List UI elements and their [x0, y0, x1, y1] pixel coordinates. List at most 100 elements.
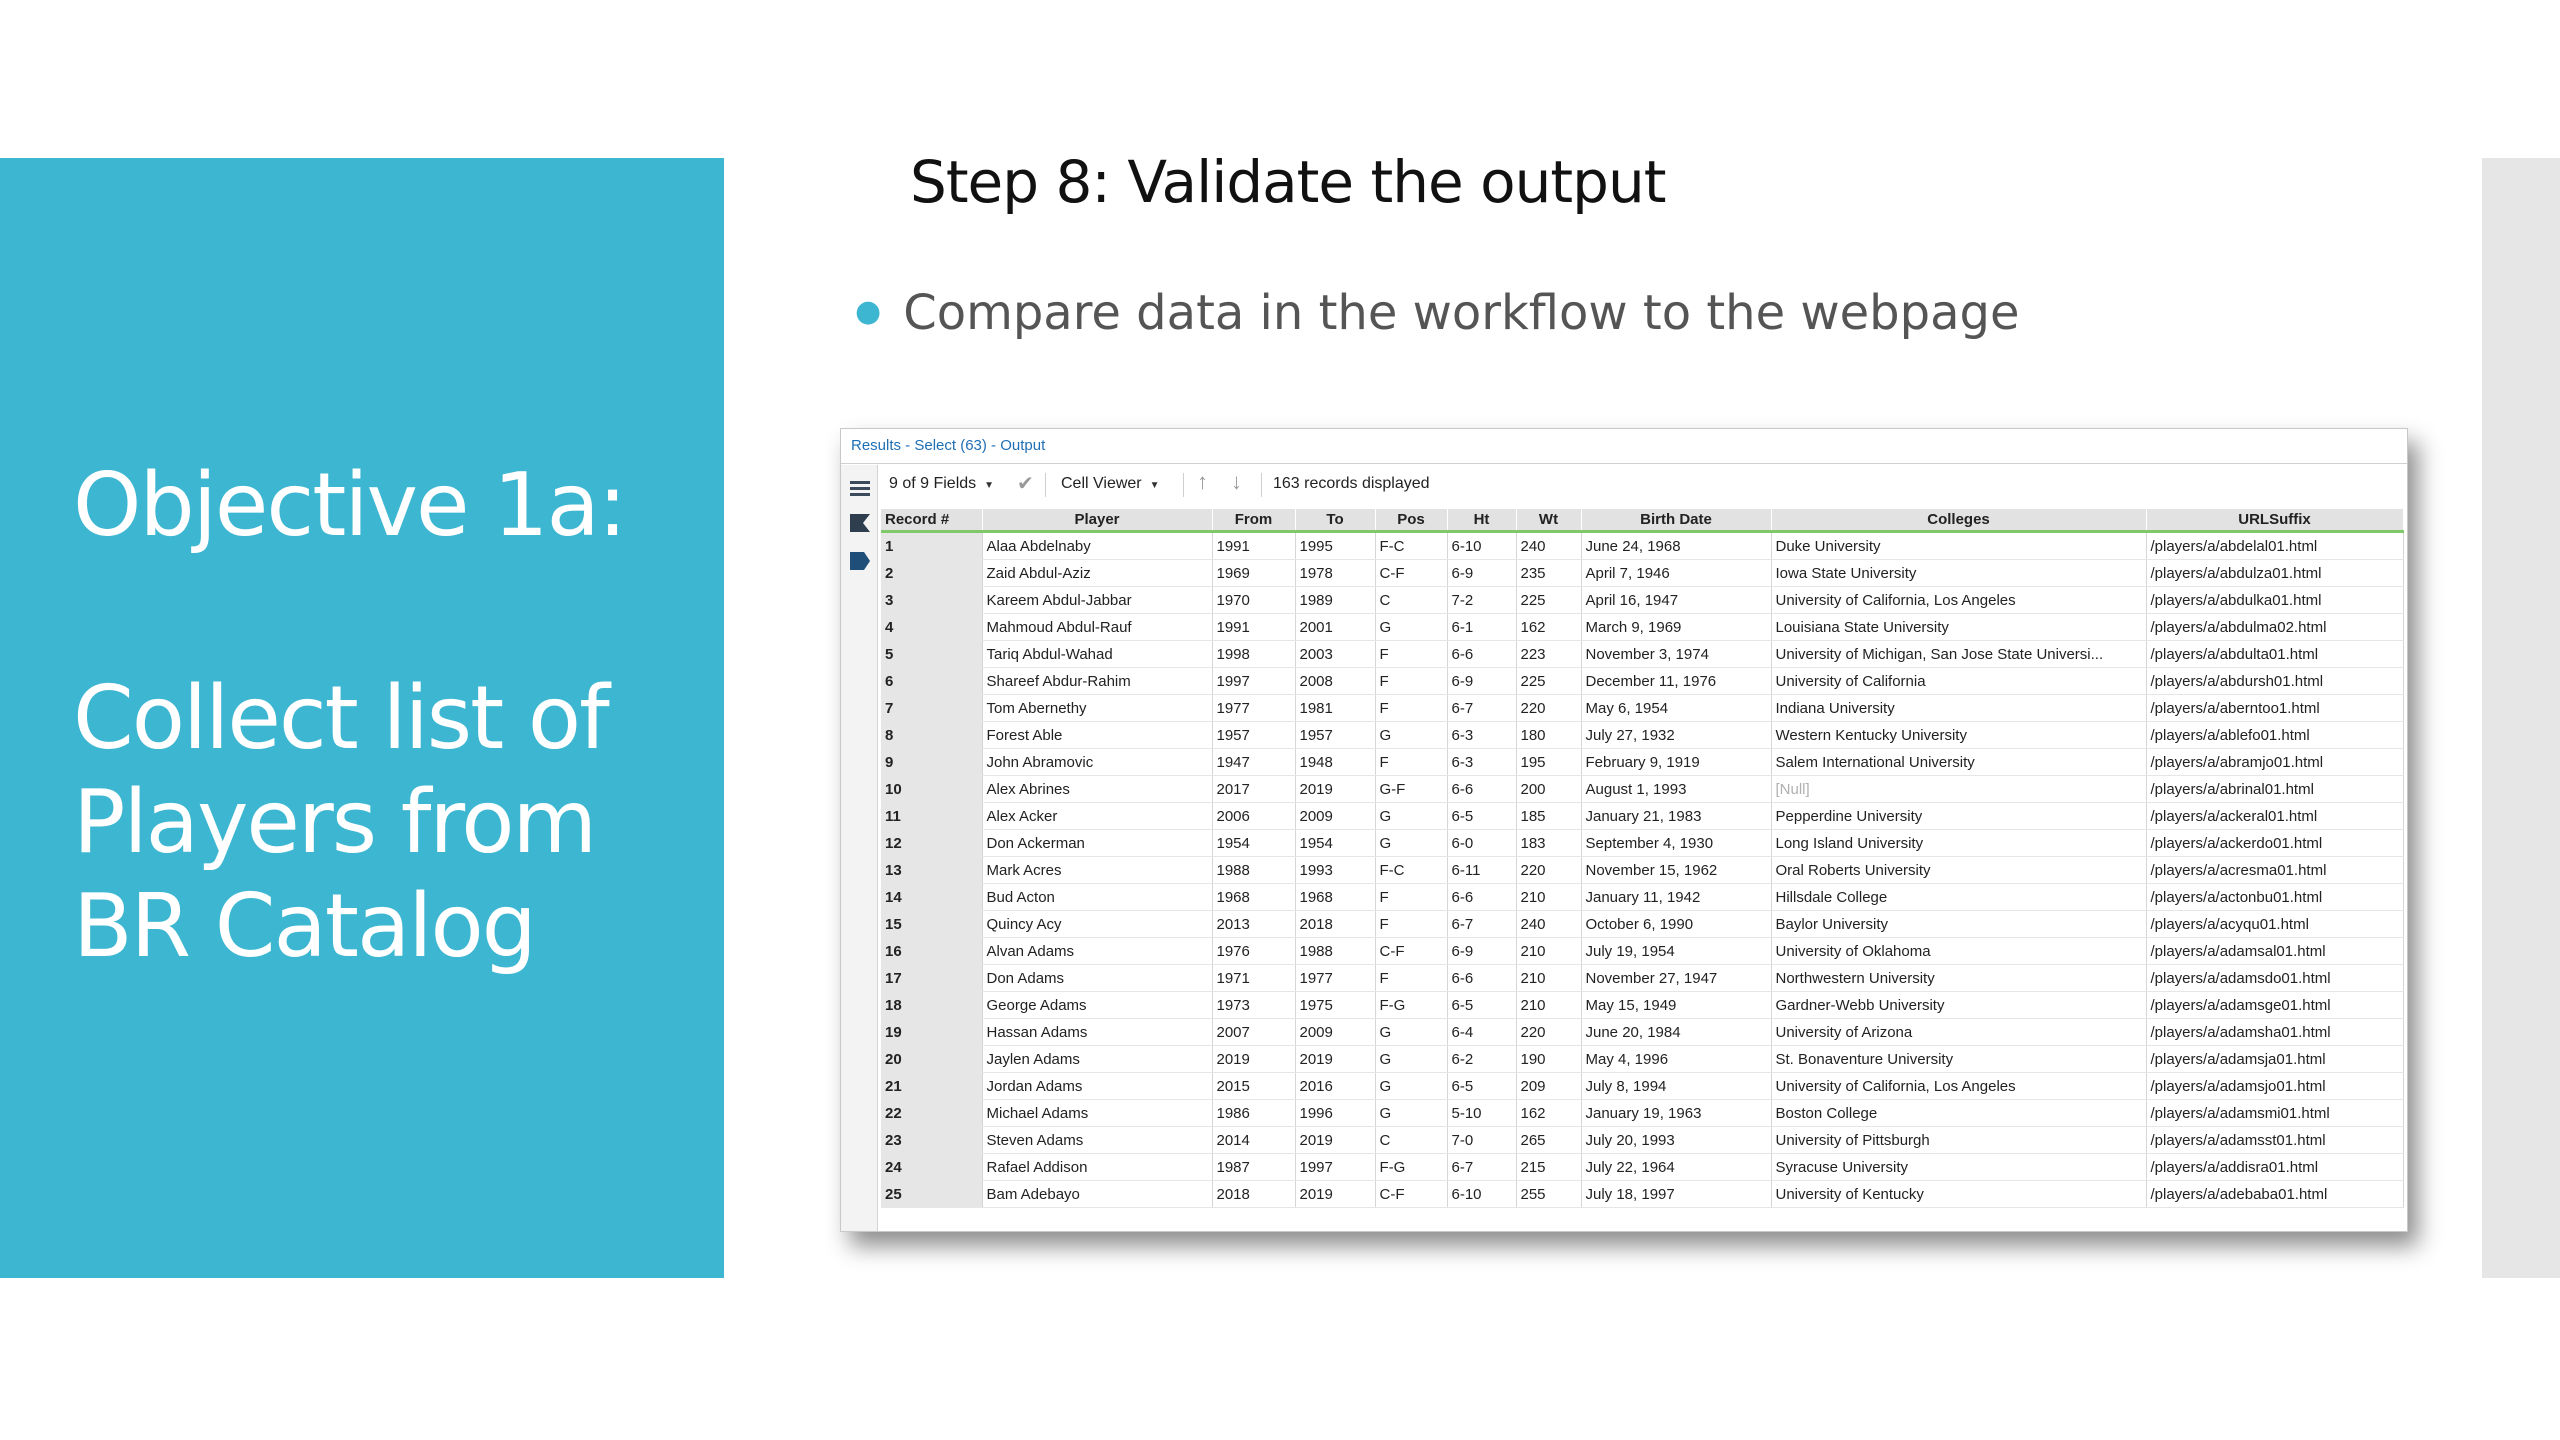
table-row[interactable]: 14 Bud Acton 1968 1968 F 6-6 210 January 11, 19…: [881, 883, 2404, 911]
table-cell[interactable]: Mark Acres: [982, 856, 1213, 884]
table-cell[interactable]: 265: [1516, 1126, 1582, 1154]
table-cell[interactable]: 2015: [1212, 1072, 1296, 1100]
table-cell[interactable]: 162: [1516, 613, 1582, 641]
table-cell[interactable]: /players/a/aberntoo1.html: [2146, 694, 2404, 722]
table-cell[interactable]: Jordan Adams: [982, 1072, 1213, 1100]
table-cell[interactable]: May 15, 1949: [1581, 991, 1772, 1019]
table-cell[interactable]: 255: [1516, 1180, 1582, 1208]
table-cell[interactable]: April 16, 1947: [1581, 586, 1772, 614]
table-row[interactable]: 15 Quincy Acy 2013 2018 F 6-7 240 October 6, 19…: [881, 910, 2404, 938]
table-cell[interactable]: 1988: [1212, 856, 1296, 884]
table-cell[interactable]: March 9, 1969: [1581, 613, 1772, 641]
table-cell[interactable]: 210: [1516, 937, 1582, 965]
table-cell[interactable]: 195: [1516, 748, 1582, 776]
table-cell[interactable]: 215: [1516, 1153, 1582, 1181]
table-cell[interactable]: 1975: [1295, 991, 1376, 1019]
record-number-cell[interactable]: 11: [881, 802, 983, 830]
table-cell[interactable]: 220: [1516, 856, 1582, 884]
table-cell[interactable]: July 27, 1932: [1581, 721, 1772, 749]
table-cell[interactable]: Tom Abernethy: [982, 694, 1213, 722]
table-cell[interactable]: 1968: [1295, 883, 1376, 911]
table-cell[interactable]: 210: [1516, 991, 1582, 1019]
record-number-cell[interactable]: 12: [881, 829, 983, 857]
table-row[interactable]: 24 Rafael Addison 1987 1997 F-G 6-7 215 July 22…: [881, 1153, 2404, 1181]
table-cell[interactable]: University of Oklahoma: [1771, 937, 2147, 965]
table-cell[interactable]: University of Michigan, San Jose State U…: [1771, 640, 2147, 668]
table-cell[interactable]: 1968: [1212, 883, 1296, 911]
table-cell[interactable]: Don Adams: [982, 964, 1213, 992]
table-cell[interactable]: October 6, 1990: [1581, 910, 1772, 938]
table-cell[interactable]: /players/a/actonbu01.html: [2146, 883, 2404, 911]
metadata-icon[interactable]: [849, 551, 871, 571]
table-cell[interactable]: 6-2: [1447, 1045, 1517, 1073]
table-cell[interactable]: /players/a/ackeral01.html: [2146, 802, 2404, 830]
table-cell[interactable]: November 15, 1962: [1581, 856, 1772, 884]
table-cell[interactable]: Western Kentucky University: [1771, 721, 2147, 749]
list-view-icon[interactable]: [849, 479, 871, 499]
table-cell[interactable]: 7-2: [1447, 586, 1517, 614]
table-cell[interactable]: September 4, 1930: [1581, 829, 1772, 857]
table-cell[interactable]: 6-1: [1447, 613, 1517, 641]
table-cell[interactable]: /players/a/acyqu01.html: [2146, 910, 2404, 938]
table-row[interactable]: 11 Alex Acker 2006 2009 G 6-5 185 January 21, 1…: [881, 802, 2404, 830]
table-cell[interactable]: Alex Abrines: [982, 775, 1213, 803]
column-header[interactable]: From: [1212, 509, 1296, 533]
table-cell[interactable]: 1976: [1212, 937, 1296, 965]
column-header[interactable]: Record #: [881, 509, 983, 533]
table-cell[interactable]: University of Kentucky: [1771, 1180, 2147, 1208]
table-row[interactable]: 19 Hassan Adams 2007 2009 G 6-4 220 June 20, 19…: [881, 1018, 2404, 1046]
table-cell[interactable]: University of California: [1771, 667, 2147, 695]
record-number-cell[interactable]: 3: [881, 586, 983, 614]
table-cell[interactable]: F: [1375, 640, 1448, 668]
sort-up-icon[interactable]: ↑: [1197, 469, 1208, 495]
table-cell[interactable]: January 19, 1963: [1581, 1099, 1772, 1127]
table-cell[interactable]: 209: [1516, 1072, 1582, 1100]
table-cell[interactable]: George Adams: [982, 991, 1213, 1019]
table-cell[interactable]: F-G: [1375, 1153, 1448, 1181]
record-number-cell[interactable]: 2: [881, 559, 983, 587]
table-cell[interactable]: 1957: [1212, 721, 1296, 749]
table-cell[interactable]: 162: [1516, 1099, 1582, 1127]
table-cell[interactable]: 1969: [1212, 559, 1296, 587]
record-number-cell[interactable]: 19: [881, 1018, 983, 1046]
table-cell[interactable]: 2018: [1295, 910, 1376, 938]
table-cell[interactable]: 2006: [1212, 802, 1296, 830]
table-cell[interactable]: 2009: [1295, 802, 1376, 830]
table-cell[interactable]: F: [1375, 748, 1448, 776]
table-cell[interactable]: 183: [1516, 829, 1582, 857]
table-cell[interactable]: /players/a/abdulka01.html: [2146, 586, 2404, 614]
table-cell[interactable]: G: [1375, 802, 1448, 830]
table-cell[interactable]: 1991: [1212, 531, 1296, 560]
table-cell[interactable]: Tariq Abdul-Wahad: [982, 640, 1213, 668]
table-cell[interactable]: April 7, 1946: [1581, 559, 1772, 587]
table-row[interactable]: 6 Shareef Abdur-Rahim 1997 2008 F 6-9 225 Decem…: [881, 667, 2404, 695]
table-cell[interactable]: 2018: [1212, 1180, 1296, 1208]
table-cell[interactable]: Kareem Abdul-Jabbar: [982, 586, 1213, 614]
table-cell[interactable]: 185: [1516, 802, 1582, 830]
record-number-cell[interactable]: 21: [881, 1072, 983, 1100]
table-cell[interactable]: C-F: [1375, 559, 1448, 587]
table-cell[interactable]: University of Arizona: [1771, 1018, 2147, 1046]
table-cell[interactable]: 2016: [1295, 1072, 1376, 1100]
table-cell[interactable]: November 3, 1974: [1581, 640, 1772, 668]
table-cell[interactable]: F-C: [1375, 531, 1448, 560]
table-cell[interactable]: 6-5: [1447, 1072, 1517, 1100]
table-cell[interactable]: /players/a/abrinal01.html: [2146, 775, 2404, 803]
table-cell[interactable]: 210: [1516, 964, 1582, 992]
record-number-cell[interactable]: 18: [881, 991, 983, 1019]
table-cell[interactable]: 6-6: [1447, 883, 1517, 911]
table-row[interactable]: 20 Jaylen Adams 2019 2019 G 6-2 190 May 4, 1996…: [881, 1045, 2404, 1073]
table-cell[interactable]: 1948: [1295, 748, 1376, 776]
table-cell[interactable]: Indiana University: [1771, 694, 2147, 722]
table-cell[interactable]: 223: [1516, 640, 1582, 668]
table-cell[interactable]: [Null]: [1771, 775, 2147, 803]
table-cell[interactable]: 1973: [1212, 991, 1296, 1019]
table-cell[interactable]: /players/a/adamsha01.html: [2146, 1018, 2404, 1046]
table-cell[interactable]: 1996: [1295, 1099, 1376, 1127]
table-cell[interactable]: Northwestern University: [1771, 964, 2147, 992]
sort-down-icon[interactable]: ↓: [1231, 469, 1242, 495]
table-cell[interactable]: 2013: [1212, 910, 1296, 938]
record-number-cell[interactable]: 16: [881, 937, 983, 965]
table-cell[interactable]: C: [1375, 1126, 1448, 1154]
table-cell[interactable]: 1991: [1212, 613, 1296, 641]
